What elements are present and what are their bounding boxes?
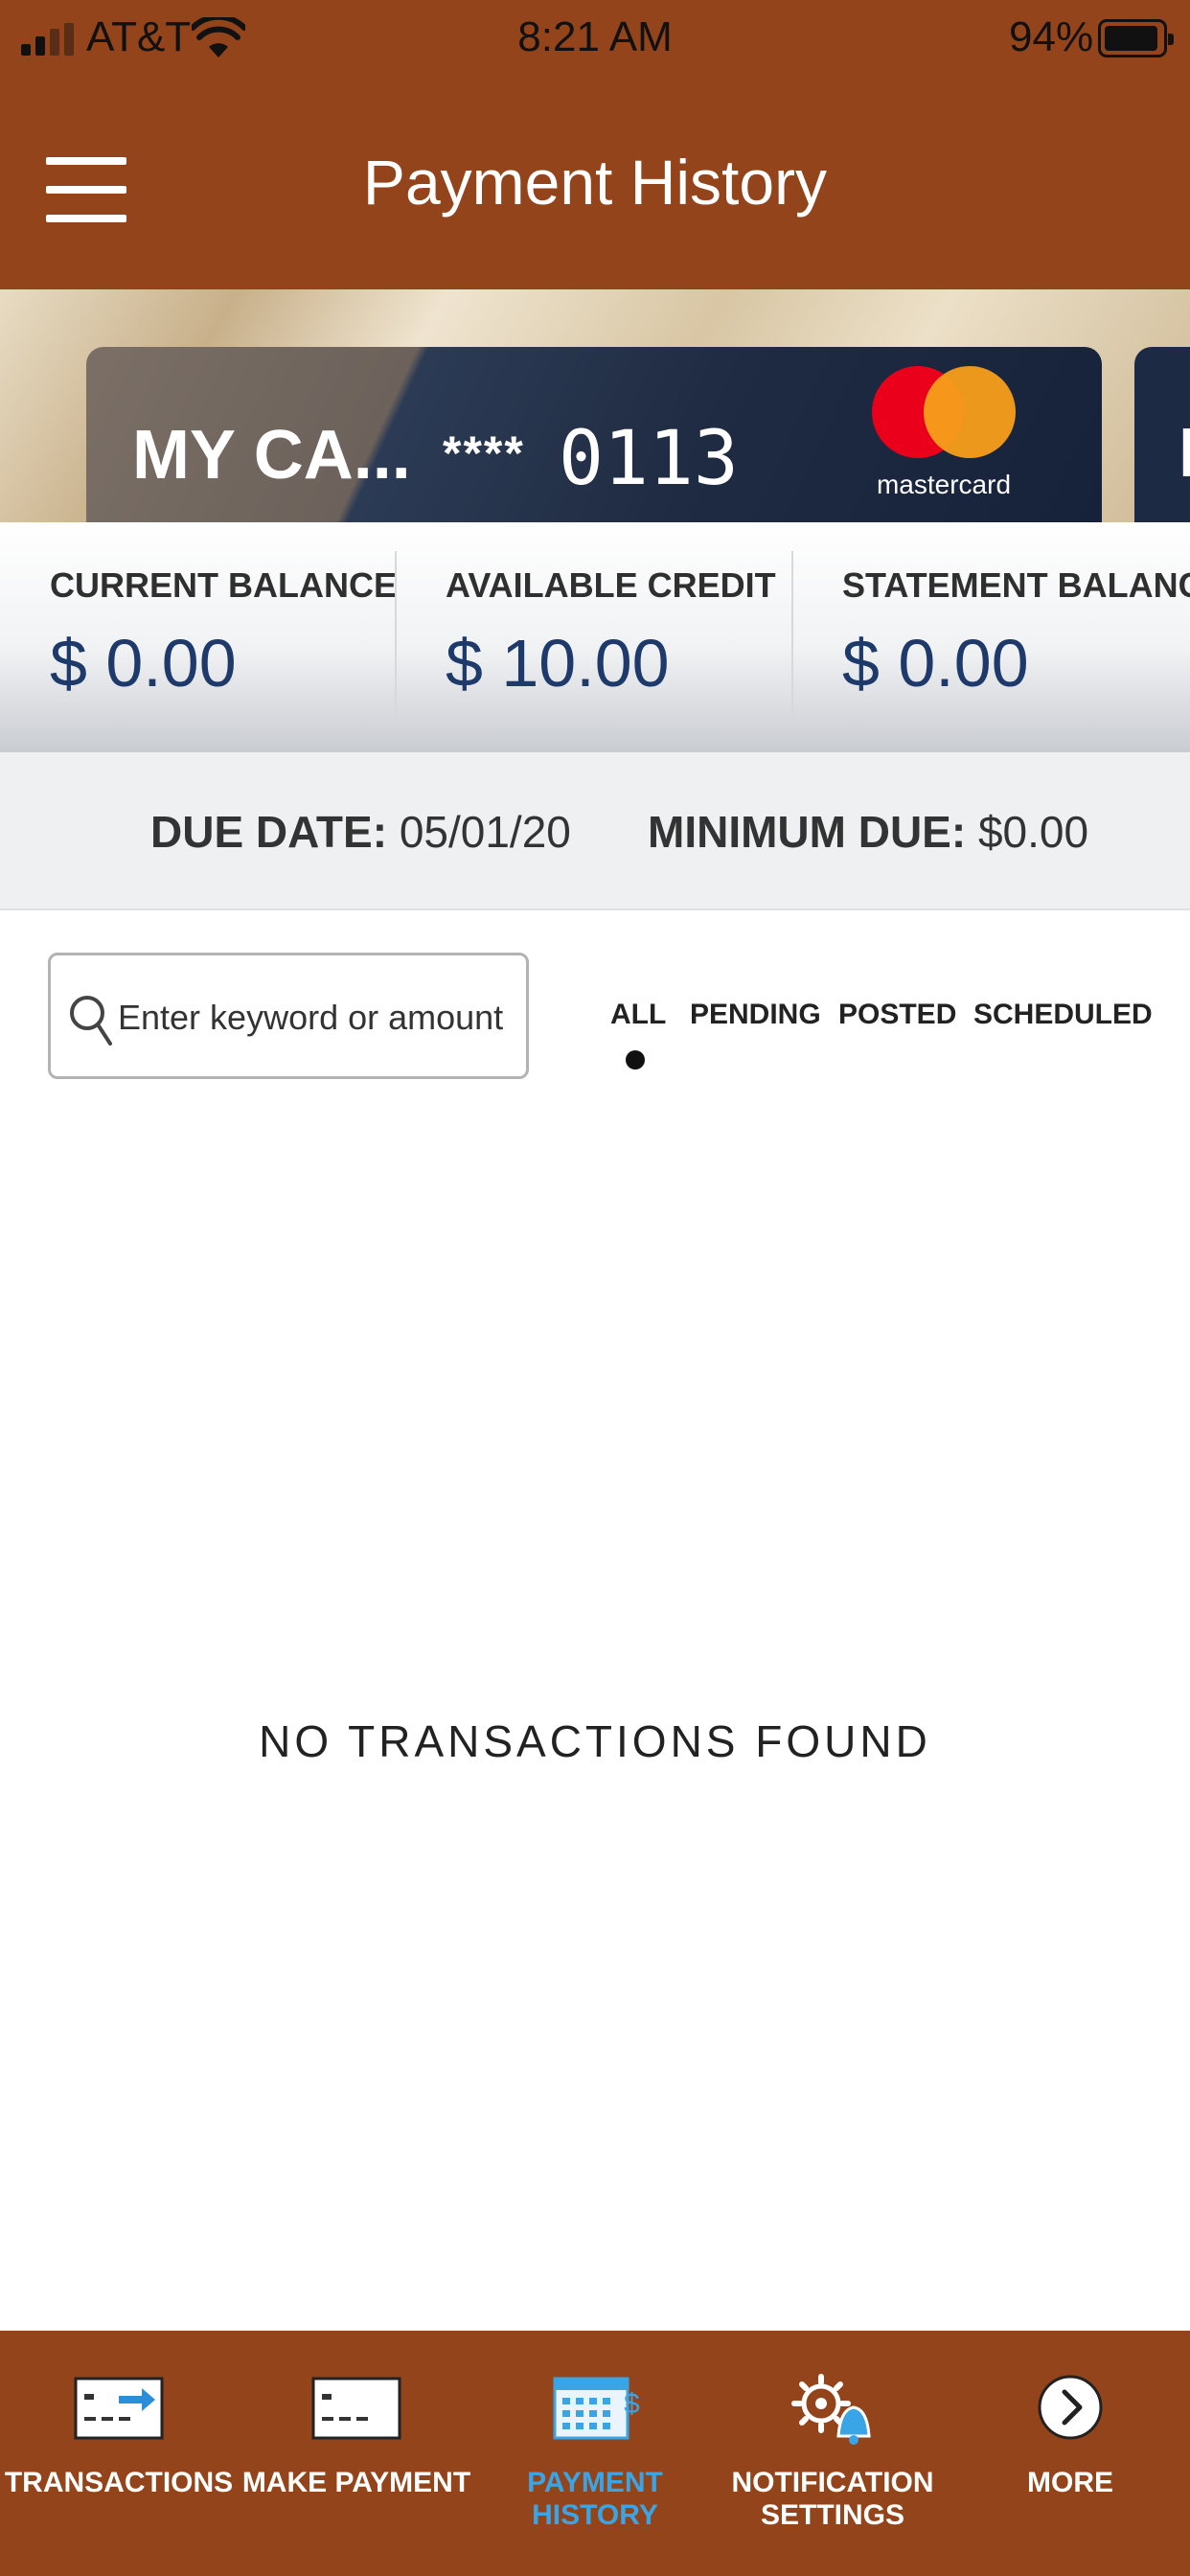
battery-percentage: 94% [1009,13,1094,60]
nav-make-payment-label: MAKE PAYMENT [241,2467,471,2498]
search-box[interactable] [48,953,529,1079]
page-title: Payment History [362,147,828,218]
nav-notification-settings-label: NOTIFICATION SETTINGS [731,2467,934,2531]
statement-balance-label: STATEMENT BALANCE [842,565,1190,605]
divider [791,551,793,720]
next-card-partial-label: M [1179,414,1190,493]
make-payment-icon [311,2377,401,2440]
available-credit-label: AVAILABLE CREDIT [446,565,776,605]
status-bar: AT&T 8:21 AM 94% [0,0,1190,80]
card-last-digits: 0113 [559,416,739,502]
nav-make-payment[interactable]: MAKE PAYMENT [238,2331,475,2576]
card-carousel[interactable]: MY CA... **** 0113 mastercard M [0,289,1190,522]
statement-balance-value: $ 0.00 [842,626,1029,701]
current-balance: CURRENT BALANCE $ 0.00 [50,565,397,702]
search-icon [70,996,112,1046]
svg-text:$: $ [624,2388,640,2420]
battery-icon [1098,19,1174,58]
filter-tab-scheduled[interactable]: SCHEDULED [973,999,1153,1031]
minimum-due: MINIMUM DUE: $0.00 [648,806,1088,858]
nav-transactions[interactable]: TRANSACTIONS [0,2331,238,2576]
filter-tab-posted[interactable]: POSTED [838,999,956,1031]
app-header: Payment History [0,80,1190,289]
due-date-value: 05/01/20 [399,807,571,857]
nav-payment-history-label: PAYMENT HISTORY [527,2467,663,2531]
nav-transactions-label: TRANSACTIONS [4,2467,234,2498]
transactions-icon [74,2377,164,2440]
minimum-due-label: MINIMUM DUE: [648,807,967,857]
current-balance-value: $ 0.00 [50,626,237,701]
balance-summary: CURRENT BALANCE $ 0.00 AVAILABLE CREDIT … [0,522,1190,752]
filter-tab-all[interactable]: ALL [610,999,666,1031]
card-network-label: mastercard [876,470,1012,499]
nav-more[interactable]: MORE [951,2331,1189,2576]
due-date-label: DUE DATE: [150,807,388,857]
notification-settings-gear-bell-icon [791,2374,871,2445]
due-info: DUE DATE: 05/01/20 MINIMUM DUE: $0.00 [0,752,1190,910]
minimum-due-value: $0.00 [977,807,1089,857]
chevron-right-circle-icon [1038,2375,1103,2440]
mastercard-logo-icon [872,366,1016,472]
card-mask: **** [443,426,525,480]
next-card[interactable]: M [1134,347,1190,522]
filter-tab-pending[interactable]: PENDING [690,999,821,1031]
available-credit: AVAILABLE CREDIT $ 10.00 [446,565,776,702]
search-input[interactable] [118,984,511,1051]
available-credit-value: $ 10.00 [446,626,670,701]
statement-balance: STATEMENT BALANCE $ 0.00 [842,565,1190,702]
nav-payment-history[interactable]: $ PAYMENT HISTORY [476,2331,714,2576]
payment-history-calendar-icon: $ [553,2377,640,2440]
nav-more-label: MORE [1027,2467,1113,2498]
bottom-navigation: TRANSACTIONS MAKE PAYMENT $ PAYMENT HISTO… [0,2331,1190,2576]
credit-card[interactable]: MY CA... **** 0113 mastercard [86,347,1102,522]
current-balance-label: CURRENT BALANCE [50,565,397,605]
divider [395,551,397,720]
empty-state-message: NO TRANSACTIONS FOUND [259,1716,931,1766]
nav-notification-settings[interactable]: NOTIFICATION SETTINGS [714,2331,951,2576]
due-date: DUE DATE: 05/01/20 [150,806,571,858]
selected-filter-indicator [626,1050,645,1070]
card-nickname: MY CA... [132,417,411,494]
